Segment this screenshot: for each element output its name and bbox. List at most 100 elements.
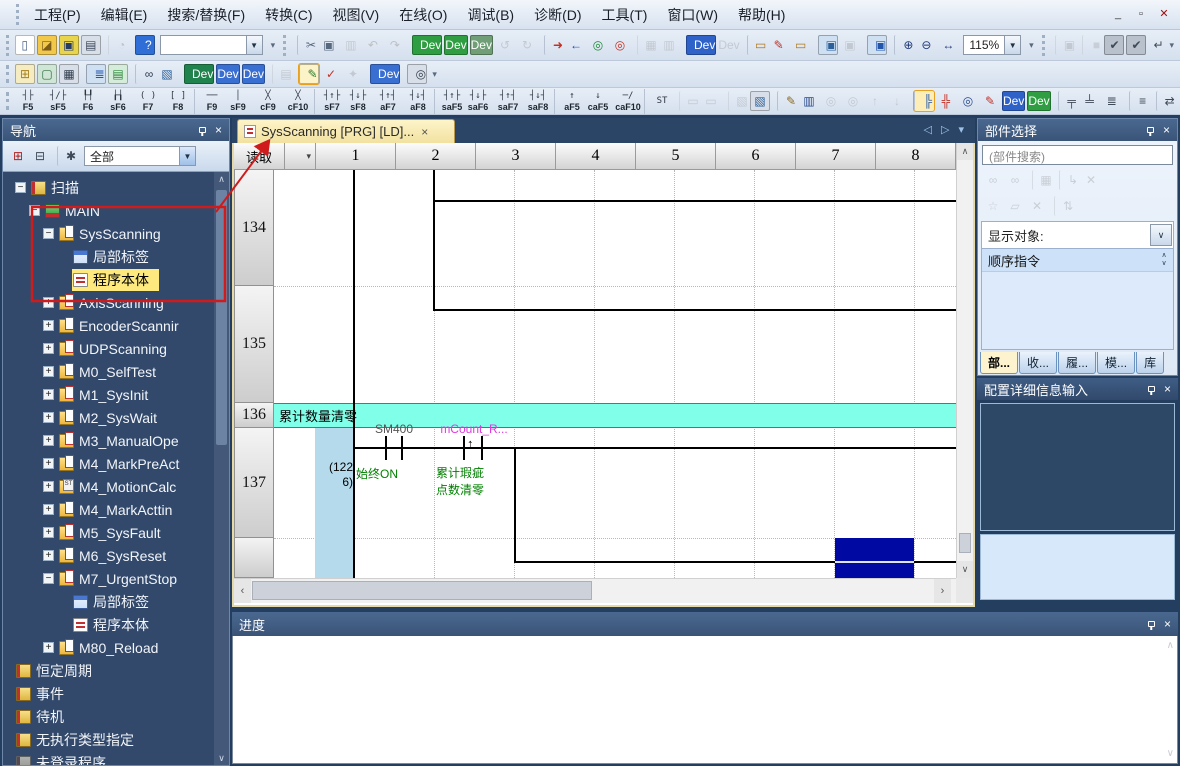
tree-expander-icon[interactable]: + — [43, 435, 54, 446]
toolbar-drag-handle[interactable] — [6, 92, 9, 110]
doc-jump-icon[interactable]: ⇄ — [1156, 91, 1176, 111]
zoom-out-icon[interactable]: ⊖ — [916, 35, 936, 55]
contact-rising-edge[interactable] — [463, 436, 465, 460]
nav-window-icon[interactable]: ⊞ — [15, 64, 35, 84]
tree-item-m4-markpreact[interactable]: + M4_MarkPreAct — [3, 452, 229, 475]
part-search-input[interactable]: (部件搜索) — [982, 145, 1173, 165]
recent-doc-icon[interactable]: ◔ — [108, 35, 128, 55]
device-table-icon[interactable]: ▦ — [1032, 170, 1052, 190]
menu-item[interactable]: 在线(O) — [389, 1, 457, 29]
pulse-conversion-icon[interactable]: ↓caF5 — [584, 89, 612, 114]
rung-number-136[interactable]: 136 — [234, 403, 274, 428]
find-next-icon[interactable]: ∞ — [1005, 170, 1025, 190]
tree-expander-icon[interactable]: − — [15, 182, 26, 193]
falling-pulse-icon[interactable]: ┤↓├sF8 — [344, 89, 372, 114]
find-contact-icon[interactable]: ◎ — [821, 91, 841, 111]
tree-item-m80-reload[interactable]: + M80_Reload — [3, 636, 229, 659]
invert-result-icon[interactable]: ↑aF5 — [554, 89, 582, 114]
tree-expander-icon[interactable]: + — [43, 642, 54, 653]
scroll-down-icon[interactable]: ∨ — [1167, 748, 1174, 759]
settings-gear-icon[interactable]: ✱ — [57, 146, 77, 166]
menu-item[interactable]: 调试(B) — [457, 1, 524, 29]
chevron-down-icon[interactable]: ▼ — [1004, 36, 1020, 54]
tree-expander-icon[interactable]: + — [43, 458, 54, 469]
rising-pulse-branch-icon[interactable]: ┤↑├saF5 — [434, 89, 462, 114]
chevron-down-icon[interactable]: ▼ — [179, 147, 195, 165]
falling-close-branch-icon[interactable]: ┤↓┤saF8 — [524, 89, 552, 114]
tree-expander-icon[interactable]: + — [43, 481, 54, 492]
tree-item-fixed-cycle[interactable]: 恒定周期 — [3, 659, 229, 682]
part-list-area[interactable] — [982, 272, 1173, 349]
insert-column-icon[interactable]: ≣ — [1102, 91, 1122, 111]
dev-search-icon[interactable]: Dev — [1002, 91, 1025, 111]
tree-item-m3-manualope[interactable]: + M3_ManualOpe — [3, 429, 229, 452]
ladder-search-icon[interactable]: ◎ — [958, 91, 978, 111]
menu-item[interactable]: 帮助(H) — [728, 1, 795, 29]
tree-item-udpscanning[interactable]: + UDPScanning — [3, 337, 229, 360]
tree-expander-icon[interactable]: + — [43, 320, 54, 331]
tree-item-m4-motioncalc[interactable]: + M4_MotionCalc — [3, 475, 229, 498]
tree-expander-icon[interactable]: + — [43, 389, 54, 400]
tree-expander-icon[interactable]: + — [43, 366, 54, 377]
io-assignment-icon[interactable]: ✓ — [321, 64, 341, 84]
open-branch-icon[interactable]: ┞┦F6 — [74, 89, 102, 114]
tree-item-program-body[interactable]: 程序本体 — [3, 268, 229, 291]
device-read-monitor-icon[interactable]: Dev — [444, 35, 467, 55]
toolbar-drag-handle[interactable] — [6, 35, 10, 56]
tree-item-scan[interactable]: − 扫描 — [3, 176, 229, 199]
tab-library[interactable]: 库 — [1136, 352, 1164, 374]
menu-item[interactable]: 窗口(W) — [657, 1, 728, 29]
tree-item-m6-sysreset[interactable]: + M6_SysReset — [3, 544, 229, 567]
favorites-icon[interactable]: ☆ — [983, 196, 1003, 216]
chevron-down-icon[interactable]: ▼ — [246, 36, 262, 54]
read-from-plc-icon[interactable]: ← — [566, 35, 586, 55]
dev-environment-icon[interactable]: Dev — [370, 64, 400, 84]
contact-sm400[interactable] — [385, 436, 387, 460]
restore-button[interactable]: ▫ — [1131, 5, 1151, 22]
menu-item[interactable]: 转换(C) — [255, 1, 322, 29]
branch-edit-icon[interactable]: ╬ — [936, 91, 956, 111]
toolbar-drag-handle[interactable] — [16, 4, 20, 24]
tree-item-axisscanning[interactable]: + AxisScanning — [3, 291, 229, 314]
close-icon[interactable]: × — [1164, 618, 1171, 630]
tab-module[interactable]: 模... — [1097, 352, 1135, 374]
check-program-icon[interactable]: ✔ — [1104, 35, 1124, 55]
contact-sm400[interactable] — [401, 436, 403, 460]
edit-statement-icon[interactable]: ▭ — [701, 91, 721, 111]
redo-device-icon[interactable]: ↻ — [517, 35, 537, 55]
menu-item[interactable]: 工具(T) — [592, 1, 658, 29]
print-icon[interactable]: ▤ — [81, 35, 101, 55]
tree-expander-icon[interactable]: + — [43, 527, 54, 538]
redo-icon[interactable]: ↷ — [385, 35, 405, 55]
tree-expander-icon[interactable]: − — [29, 205, 40, 216]
close-contact-icon[interactable]: ┤∕├sF5 — [44, 89, 72, 114]
edit-comment-icon[interactable]: ▭ — [679, 91, 699, 111]
scroll-up-icon[interactable]: ∧ — [957, 143, 973, 160]
tree-item-m4-markactting[interactable]: + M4_MarkActtin — [3, 498, 229, 521]
rising-close-branch-icon[interactable]: ┤↑┤saF7 — [494, 89, 522, 114]
tree-filter-combo[interactable]: 全部 ▼ — [84, 146, 196, 166]
device-test-icon[interactable]: Dev — [470, 35, 493, 55]
close-branch-icon[interactable]: ┟┧sF6 — [104, 89, 132, 114]
application-instruction-icon[interactable]: [ ]F8 — [164, 89, 192, 114]
delete-horizontal-icon[interactable]: ╳cF9 — [254, 89, 282, 114]
ladder-edit-mode-icon[interactable]: ✎ — [299, 64, 319, 84]
scroll-up-icon[interactable]: ∧ — [1167, 640, 1174, 651]
remote-operation-icon[interactable]: ◎ — [610, 35, 630, 55]
header-dropdown-icon[interactable]: ▾ — [285, 143, 316, 170]
tree-expander-icon[interactable]: − — [43, 228, 54, 239]
delete-part-icon[interactable]: ✕ — [1081, 170, 1101, 190]
close-button[interactable]: ✕ — [1154, 5, 1174, 22]
label-list-icon[interactable]: ▤ — [108, 64, 128, 84]
tree-item-m7-program-body[interactable]: 程序本体 — [3, 613, 229, 636]
find-prev-icon[interactable]: ∞ — [983, 170, 1003, 190]
dev-find-icon[interactable]: Dev — [184, 64, 214, 84]
cut-icon[interactable]: ✂ — [297, 35, 317, 55]
open-contact-icon[interactable]: ┤├F5 — [14, 89, 42, 114]
dev-batch-icon[interactable]: Dev — [242, 64, 265, 84]
scrollbar-thumb[interactable] — [959, 533, 971, 553]
display-object-value-row[interactable]: 顺序指令 ∧∨ — [982, 248, 1173, 272]
insert-row-icon[interactable]: ╤ — [1058, 91, 1078, 111]
find-coil-icon[interactable]: ◎ — [843, 91, 863, 111]
zoom-combo[interactable]: 115% ▼ — [963, 35, 1021, 55]
